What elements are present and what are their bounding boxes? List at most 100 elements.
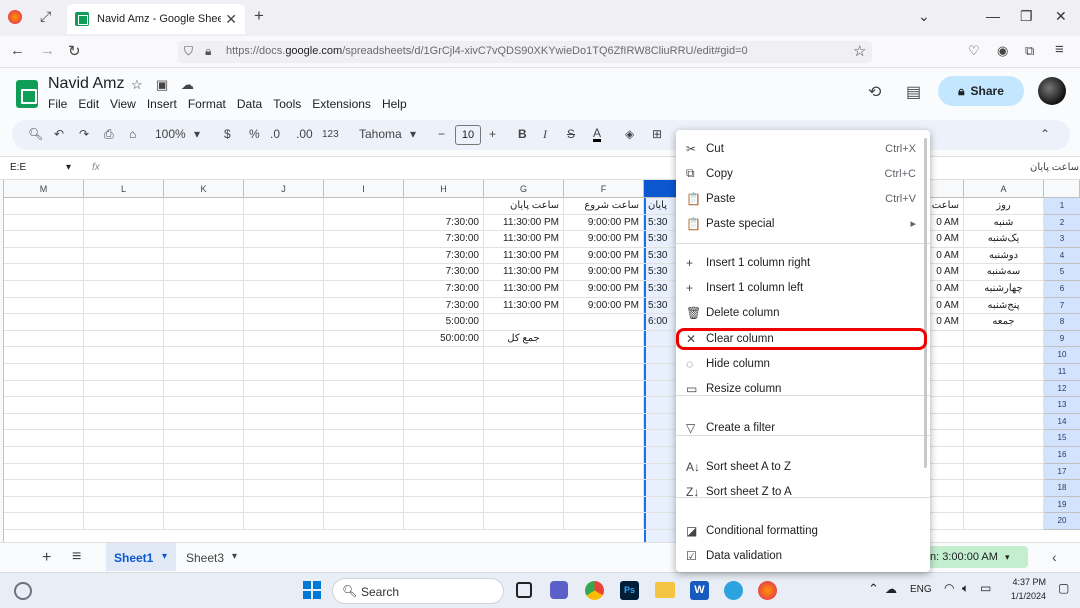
table-cell[interactable] — [404, 513, 484, 530]
avatar[interactable] — [1038, 77, 1066, 105]
table-cell[interactable] — [244, 430, 324, 447]
table-cell[interactable] — [244, 214, 324, 232]
row-header[interactable]: 4 — [1044, 247, 1080, 265]
table-cell[interactable] — [84, 198, 164, 215]
table-cell[interactable] — [4, 413, 84, 431]
table-cell[interactable]: ساعت پایان — [484, 198, 564, 215]
zoom-select[interactable]: 100% — [155, 127, 186, 141]
table-cell[interactable]: 9:00:00 PM — [564, 297, 644, 315]
table-cell[interactable] — [964, 447, 1044, 464]
table-cell[interactable] — [484, 364, 564, 381]
table-cell[interactable] — [564, 380, 644, 398]
add-sheet-icon[interactable]: + — [42, 549, 51, 567]
shield-icon[interactable]: ⛉ — [184, 44, 193, 59]
table-cell[interactable] — [84, 463, 164, 481]
forward-icon[interactable]: → — [40, 42, 55, 59]
table-cell[interactable] — [404, 496, 484, 514]
new-tab-icon[interactable]: + — [254, 6, 264, 26]
menu-view[interactable]: View — [110, 97, 136, 111]
table-cell[interactable] — [564, 480, 644, 497]
table-cell[interactable]: 7:30:00 — [404, 264, 484, 281]
table-cell[interactable] — [964, 347, 1044, 364]
row-header[interactable]: 6 — [1044, 281, 1080, 298]
table-cell[interactable] — [324, 347, 404, 364]
table-cell[interactable] — [164, 413, 244, 431]
table-cell[interactable]: 50:00:00 — [404, 330, 484, 348]
table-cell[interactable] — [84, 480, 164, 497]
table-cell[interactable] — [324, 364, 404, 381]
paint-format-icon[interactable]: ⌂ — [129, 127, 136, 141]
redo-icon[interactable]: ↷ — [79, 127, 89, 141]
table-cell[interactable] — [4, 297, 84, 315]
table-cell[interactable] — [404, 397, 484, 414]
table-cell[interactable] — [564, 397, 644, 414]
decrease-font-size-icon[interactable]: − — [438, 127, 445, 141]
table-cell[interactable] — [4, 397, 84, 414]
table-cell[interactable] — [964, 330, 1044, 348]
table-cell[interactable] — [324, 231, 404, 248]
row-header[interactable]: 8 — [1044, 314, 1080, 331]
column-header[interactable]: I — [324, 180, 404, 198]
table-cell[interactable] — [84, 496, 164, 514]
table-cell[interactable]: 11:30:00 PM — [484, 281, 564, 298]
table-cell[interactable] — [564, 430, 644, 447]
table-cell[interactable] — [164, 247, 244, 265]
row-header[interactable]: 13 — [1044, 397, 1080, 414]
table-cell[interactable] — [244, 247, 324, 265]
collapse-toolbar-icon[interactable]: ⌃ — [1040, 127, 1050, 141]
table-cell[interactable] — [84, 364, 164, 381]
table-cell[interactable] — [484, 347, 564, 364]
table-cell[interactable] — [84, 247, 164, 265]
table-cell[interactable] — [164, 480, 244, 497]
table-cell[interactable] — [964, 430, 1044, 447]
table-cell[interactable] — [964, 413, 1044, 431]
tab-sheet3[interactable]: Sheet3 ▾ — [180, 543, 248, 571]
table-cell[interactable] — [84, 347, 164, 364]
explore-icon[interactable]: ‹ — [1052, 549, 1057, 565]
table-cell[interactable] — [404, 463, 484, 481]
table-cell[interactable] — [324, 214, 404, 232]
table-cell[interactable] — [84, 297, 164, 315]
language-indicator[interactable]: ENG — [910, 584, 932, 595]
table-cell[interactable] — [964, 513, 1044, 530]
close-tab-icon[interactable]: ✕ — [225, 11, 237, 28]
menu-item-copy[interactable]: ⧉ Copy Ctrl+C — [676, 161, 930, 186]
table-cell[interactable] — [324, 413, 404, 431]
row-header[interactable]: 12 — [1044, 380, 1080, 398]
table-cell[interactable] — [404, 198, 484, 215]
table-cell[interactable] — [4, 314, 84, 331]
chevron-down-icon[interactable]: ▾ — [410, 127, 416, 141]
column-header[interactable]: G — [484, 180, 564, 198]
table-cell[interactable] — [244, 480, 324, 497]
column-header[interactable]: J — [244, 180, 324, 198]
table-cell[interactable] — [324, 297, 404, 315]
table-cell[interactable]: 11:30:00 PM — [484, 214, 564, 232]
table-cell[interactable] — [4, 330, 84, 348]
table-cell[interactable]: روز — [964, 198, 1044, 215]
row-header[interactable]: 20 — [1044, 513, 1080, 530]
table-cell[interactable] — [4, 198, 84, 215]
table-cell[interactable]: 7:30:00 — [404, 214, 484, 232]
table-cell[interactable]: 9:00:00 PM — [564, 214, 644, 232]
clock-date[interactable]: 1/1/2024 — [1008, 591, 1046, 601]
fill-color-icon[interactable]: ◈ — [625, 127, 634, 141]
table-cell[interactable] — [484, 513, 564, 530]
account-icon[interactable]: ◉ — [997, 43, 1008, 59]
table-cell[interactable] — [964, 364, 1044, 381]
table-cell[interactable] — [564, 447, 644, 464]
weather-icon[interactable] — [14, 582, 32, 600]
table-cell[interactable]: 9:00:00 PM — [564, 247, 644, 265]
table-cell[interactable] — [164, 463, 244, 481]
table-cell[interactable] — [404, 380, 484, 398]
comments-icon[interactable]: ▤ — [906, 82, 921, 102]
table-cell[interactable] — [324, 281, 404, 298]
table-cell[interactable] — [244, 198, 324, 215]
table-cell[interactable] — [84, 447, 164, 464]
menu-item-conditional-formatting[interactable]: ◪ Conditional formatting — [676, 518, 930, 543]
bold-icon[interactable]: B — [518, 127, 527, 141]
notifications-icon[interactable]: ▢ — [1058, 581, 1069, 595]
table-cell[interactable] — [244, 413, 324, 431]
firefox-taskbar-icon[interactable] — [758, 581, 777, 600]
word-icon[interactable]: W — [690, 581, 709, 600]
table-cell[interactable] — [324, 496, 404, 514]
